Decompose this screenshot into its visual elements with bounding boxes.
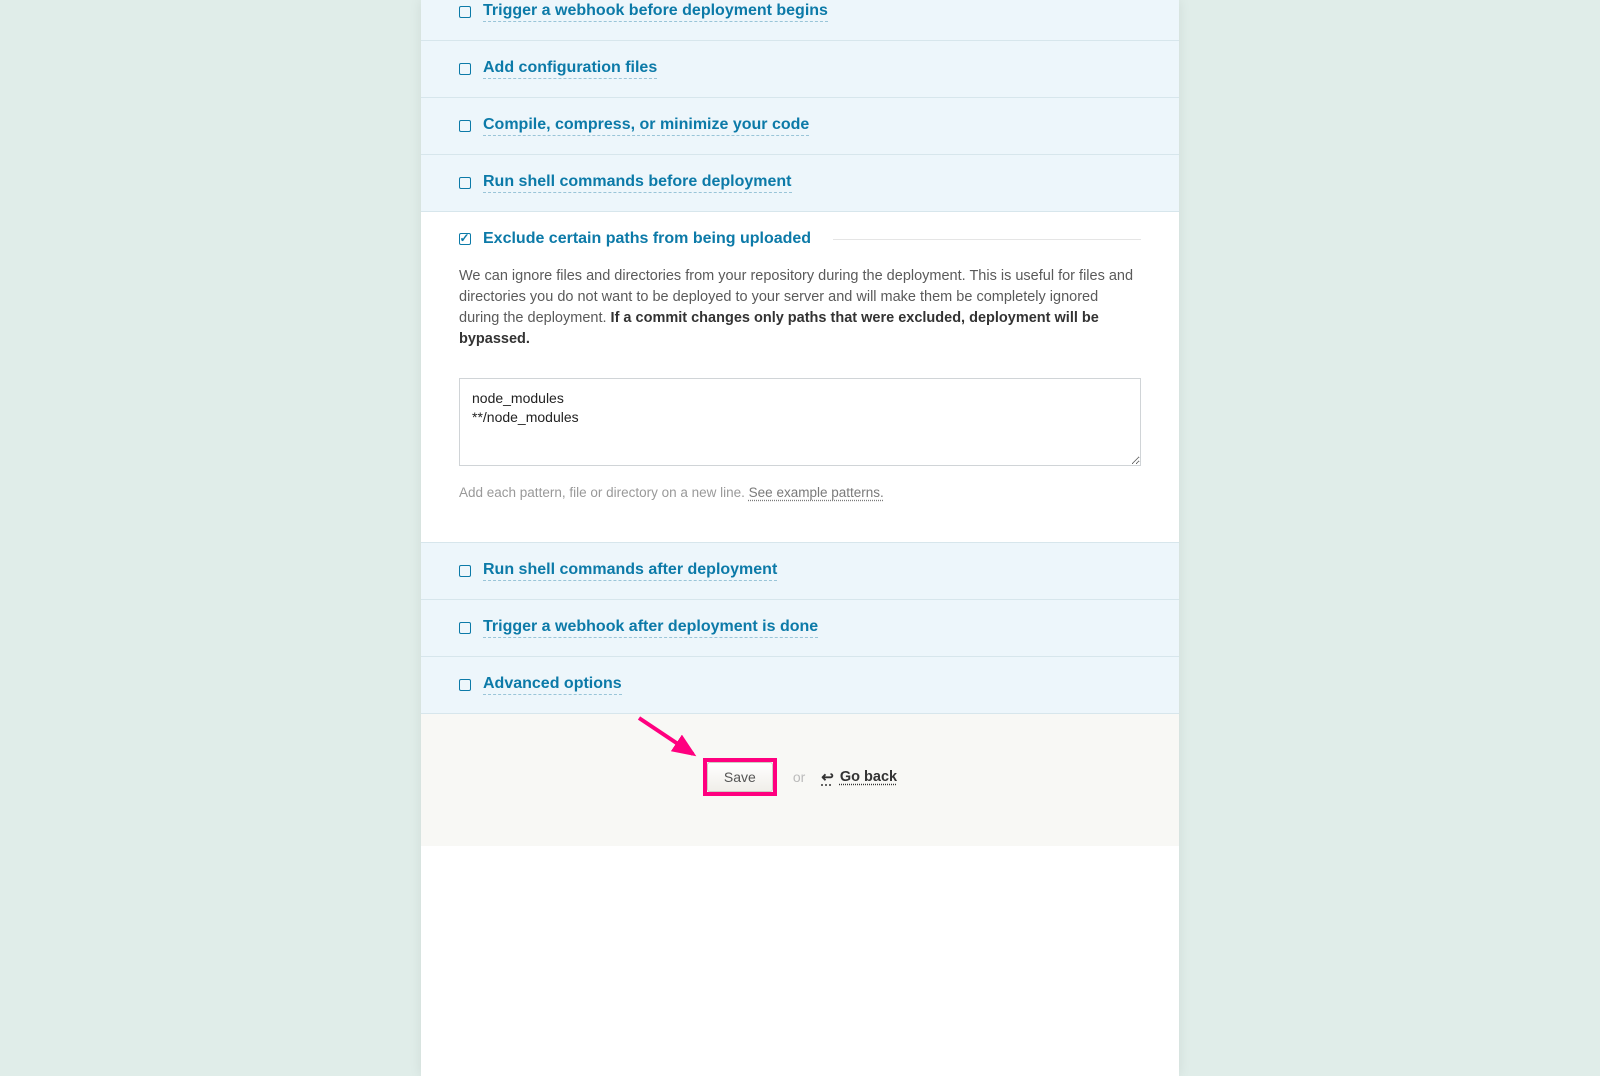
helper-row: Add each pattern, file or directory on a… <box>459 485 1141 500</box>
section-title: Trigger a webhook after deployment is do… <box>483 618 818 638</box>
back-arrow-icon: ↩ <box>821 768 834 786</box>
section-advanced[interactable]: Advanced options <box>421 657 1179 714</box>
section-config-files[interactable]: Add configuration files <box>421 41 1179 98</box>
checkbox-icon <box>459 63 471 75</box>
exclude-description: We can ignore files and directories from… <box>459 266 1141 350</box>
section-title: Add configuration files <box>483 59 657 79</box>
section-shell-after[interactable]: Run shell commands after deployment <box>421 543 1179 600</box>
footer-actions: Save or ↩ Go back <box>421 714 1179 846</box>
example-patterns-link[interactable]: See example patterns. <box>749 485 884 500</box>
exclude-patterns-input[interactable] <box>459 378 1141 466</box>
section-webhook-before[interactable]: Trigger a webhook before deployment begi… <box>421 0 1179 41</box>
section-shell-before[interactable]: Run shell commands before deployment <box>421 155 1179 212</box>
section-title: Exclude certain paths from being uploade… <box>483 230 811 248</box>
checkbox-icon <box>459 565 471 577</box>
section-title: Advanced options <box>483 675 622 695</box>
checkbox-checked-icon <box>459 233 471 245</box>
section-title: Run shell commands before deployment <box>483 173 792 193</box>
section-title: Run shell commands after deployment <box>483 561 777 581</box>
go-back-link[interactable]: ↩ Go back <box>821 768 897 786</box>
checkbox-icon <box>459 120 471 132</box>
annotation-arrow-icon <box>635 712 705 767</box>
helper-text: Add each pattern, file or directory on a… <box>459 485 749 500</box>
save-button[interactable]: Save <box>707 762 773 792</box>
settings-panel: Trigger a webhook before deployment begi… <box>421 0 1179 1076</box>
checkbox-icon <box>459 622 471 634</box>
checkbox-icon <box>459 679 471 691</box>
section-title: Trigger a webhook before deployment begi… <box>483 2 828 22</box>
go-back-label: Go back <box>840 769 897 785</box>
section-title: Compile, compress, or minimize your code <box>483 116 809 136</box>
section-webhook-after[interactable]: Trigger a webhook after deployment is do… <box>421 600 1179 657</box>
or-text: or <box>793 769 805 785</box>
section-compile[interactable]: Compile, compress, or minimize your code <box>421 98 1179 155</box>
checkbox-icon <box>459 6 471 18</box>
save-highlight: Save <box>703 758 777 796</box>
divider <box>833 239 1141 240</box>
section-exclude-paths: Exclude certain paths from being uploade… <box>421 212 1179 543</box>
checkbox-icon <box>459 177 471 189</box>
